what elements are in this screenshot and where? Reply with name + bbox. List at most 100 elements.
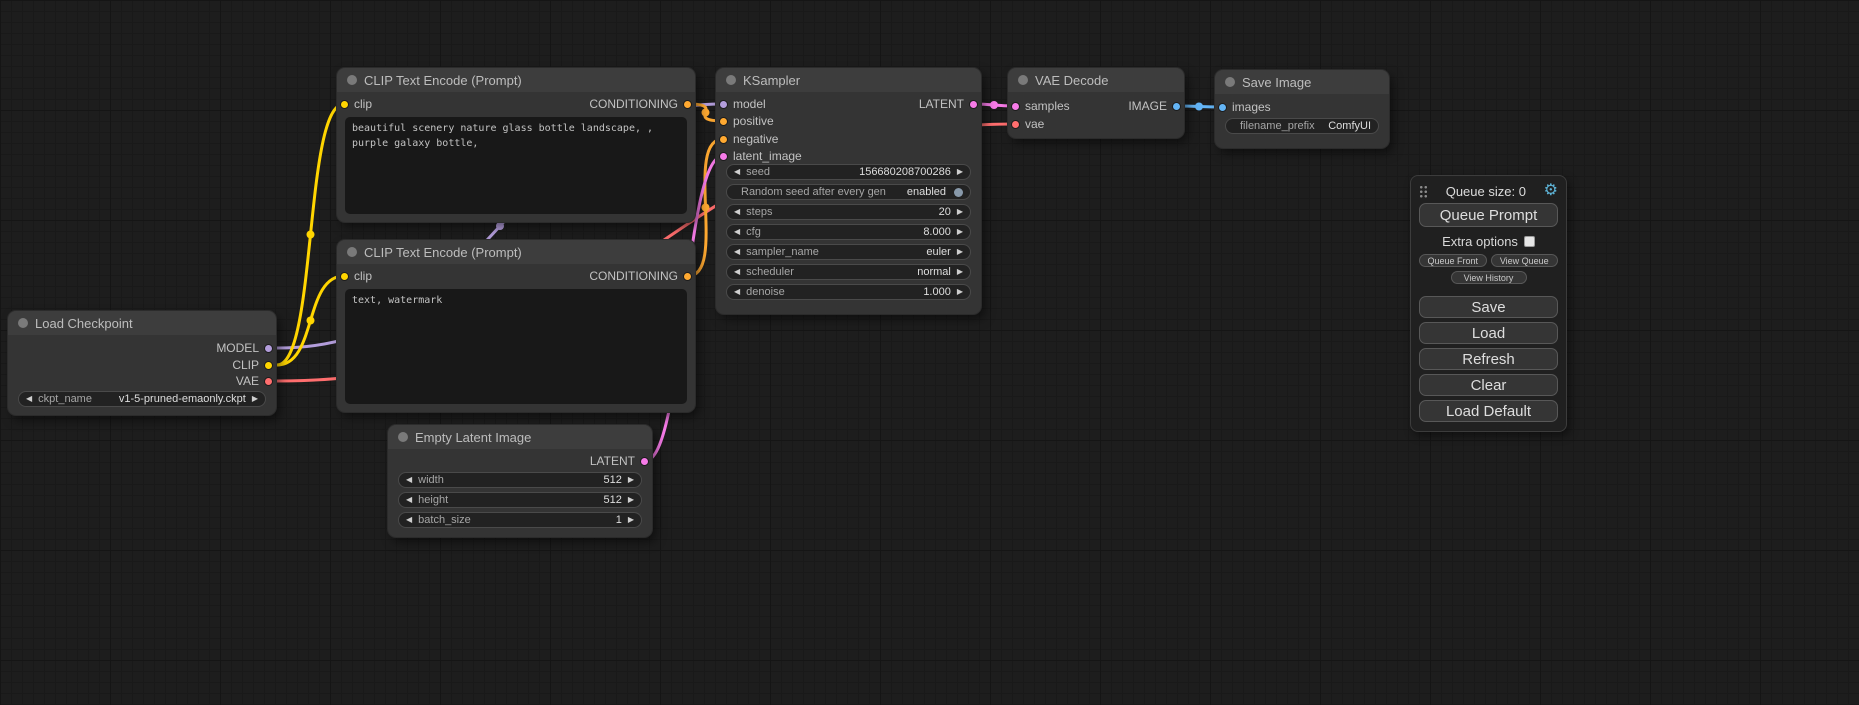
random-seed-toggle-widget[interactable]: Random seed after every gen enabled xyxy=(726,184,971,200)
node-load-checkpoint[interactable]: Load Checkpoint MODEL CLIP VAE ◀ ckpt_na… xyxy=(8,311,276,415)
ckpt-name-widget[interactable]: ◀ ckpt_name v1-5-pruned-emaonly.ckpt ▶ xyxy=(18,391,266,407)
negative-prompt-textarea[interactable]: text, watermark xyxy=(345,289,687,404)
model-output-pin[interactable] xyxy=(264,344,273,353)
increment-icon[interactable]: ▶ xyxy=(957,168,963,176)
decrement-icon[interactable]: ◀ xyxy=(406,496,412,504)
latent-image-input-pin[interactable] xyxy=(719,152,728,161)
load-button[interactable]: Load xyxy=(1419,322,1558,344)
conditioning-output-pin[interactable] xyxy=(683,100,692,109)
output-slot-conditioning: CONDITIONING xyxy=(589,97,692,111)
drag-handle-icon[interactable] xyxy=(1419,185,1428,198)
increment-icon[interactable]: ▶ xyxy=(957,208,963,216)
node-title-bar[interactable]: CLIP Text Encode (Prompt) xyxy=(337,68,695,92)
filename-prefix-widget[interactable]: filename_prefix ComfyUI xyxy=(1225,118,1379,134)
save-button[interactable]: Save xyxy=(1419,296,1558,318)
link-midpoint-dot xyxy=(496,222,504,230)
decrement-icon[interactable]: ◀ xyxy=(734,268,740,276)
cfg-widget[interactable]: ◀ cfg 8.000 ▶ xyxy=(726,224,971,240)
decrement-icon[interactable]: ◀ xyxy=(734,208,740,216)
input-slot-positive: positive xyxy=(719,114,774,128)
link-midpoint-dot xyxy=(307,317,315,325)
output-slot-vae: VAE xyxy=(236,374,273,388)
queue-front-button[interactable]: Queue Front xyxy=(1419,254,1487,267)
widget-label: sampler_name xyxy=(746,246,819,258)
node-ksampler[interactable]: KSampler model positive negative latent_… xyxy=(716,68,981,314)
node-title-bar[interactable]: VAE Decode xyxy=(1008,68,1184,92)
increment-icon[interactable]: ▶ xyxy=(628,496,634,504)
batch-size-widget[interactable]: ◀ batch_size 1 ▶ xyxy=(398,512,642,528)
node-status-icon xyxy=(1225,77,1235,87)
width-widget[interactable]: ◀ width 512 ▶ xyxy=(398,472,642,488)
node-save-image[interactable]: Save Image images filename_prefix ComfyU… xyxy=(1215,70,1389,148)
view-queue-button[interactable]: View Queue xyxy=(1491,254,1559,267)
decrement-icon[interactable]: ◀ xyxy=(406,516,412,524)
widget-label: cfg xyxy=(746,226,761,238)
toggle-on-icon[interactable] xyxy=(954,188,963,197)
clip-input-pin[interactable] xyxy=(340,272,349,281)
node-clip-text-encode-negative[interactable]: CLIP Text Encode (Prompt) clip CONDITION… xyxy=(337,240,695,412)
node-title-bar[interactable]: Save Image xyxy=(1215,70,1389,94)
widget-value: 1.000 xyxy=(923,286,951,298)
settings-gear-icon[interactable]: ⚙ xyxy=(1544,183,1558,199)
increment-icon[interactable]: ▶ xyxy=(628,516,634,524)
latent-output-pin[interactable] xyxy=(969,100,978,109)
output-slot-model: MODEL xyxy=(216,341,273,355)
clip-input-pin[interactable] xyxy=(340,100,349,109)
increment-icon[interactable]: ▶ xyxy=(628,476,634,484)
negative-input-pin[interactable] xyxy=(719,135,728,144)
decrement-icon[interactable]: ◀ xyxy=(26,395,32,403)
node-title-bar[interactable]: CLIP Text Encode (Prompt) xyxy=(337,240,695,264)
clear-button[interactable]: Clear xyxy=(1419,374,1558,396)
sampler-name-widget[interactable]: ◀ sampler_name euler ▶ xyxy=(726,244,971,260)
decrement-icon[interactable]: ◀ xyxy=(406,476,412,484)
positive-prompt-textarea[interactable]: beautiful scenery nature glass bottle la… xyxy=(345,117,687,214)
increment-icon[interactable]: ▶ xyxy=(957,248,963,256)
refresh-button[interactable]: Refresh xyxy=(1419,348,1558,370)
load-default-button[interactable]: Load Default xyxy=(1419,400,1558,422)
positive-input-pin[interactable] xyxy=(719,117,728,126)
increment-icon[interactable]: ▶ xyxy=(252,395,258,403)
vae-input-pin[interactable] xyxy=(1011,120,1020,129)
input-slot-latent-image: latent_image xyxy=(719,149,802,163)
slot-label: VAE xyxy=(236,374,259,388)
queue-prompt-button[interactable]: Queue Prompt xyxy=(1419,203,1558,227)
increment-icon[interactable]: ▶ xyxy=(957,288,963,296)
decrement-icon[interactable]: ◀ xyxy=(734,288,740,296)
node-empty-latent-image[interactable]: Empty Latent Image LATENT ◀ width 512 ▶ … xyxy=(388,425,652,537)
increment-icon[interactable]: ▶ xyxy=(957,228,963,236)
clip-output-pin[interactable] xyxy=(264,361,273,370)
height-widget[interactable]: ◀ height 512 ▶ xyxy=(398,492,642,508)
widget-value: 20 xyxy=(939,206,951,218)
view-history-button[interactable]: View History xyxy=(1451,271,1527,284)
latent-output-pin[interactable] xyxy=(640,457,649,466)
node-title-bar[interactable]: Empty Latent Image xyxy=(388,425,652,449)
seed-widget[interactable]: ◀ seed 156680208700286 ▶ xyxy=(726,164,971,180)
node-clip-text-encode-positive[interactable]: CLIP Text Encode (Prompt) clip CONDITION… xyxy=(337,68,695,222)
input-slot-images: images xyxy=(1218,100,1271,114)
node-title-bar[interactable]: Load Checkpoint xyxy=(8,311,276,335)
input-slot-clip: clip xyxy=(340,97,372,111)
vae-output-pin[interactable] xyxy=(264,377,273,386)
slot-label: images xyxy=(1232,100,1271,114)
decrement-icon[interactable]: ◀ xyxy=(734,248,740,256)
images-input-pin[interactable] xyxy=(1218,103,1227,112)
steps-widget[interactable]: ◀ steps 20 ▶ xyxy=(726,204,971,220)
node-vae-decode[interactable]: VAE Decode samples vae IMAGE xyxy=(1008,68,1184,138)
extra-options-checkbox[interactable] xyxy=(1524,236,1535,247)
link-midpoint-dot xyxy=(990,101,998,109)
slot-label: IMAGE xyxy=(1128,99,1167,113)
output-slot-clip: CLIP xyxy=(232,358,273,372)
denoise-widget[interactable]: ◀ denoise 1.000 ▶ xyxy=(726,284,971,300)
increment-icon[interactable]: ▶ xyxy=(957,268,963,276)
widget-label: steps xyxy=(746,206,772,218)
model-input-pin[interactable] xyxy=(719,100,728,109)
samples-input-pin[interactable] xyxy=(1011,102,1020,111)
decrement-icon[interactable]: ◀ xyxy=(734,168,740,176)
decrement-icon[interactable]: ◀ xyxy=(734,228,740,236)
conditioning-output-pin[interactable] xyxy=(683,272,692,281)
image-output-pin[interactable] xyxy=(1172,102,1181,111)
graph-canvas[interactable]: Load Checkpoint MODEL CLIP VAE ◀ ckpt_na… xyxy=(0,0,1859,705)
scheduler-widget[interactable]: ◀ scheduler normal ▶ xyxy=(726,264,971,280)
link-midpoint-dot xyxy=(702,204,710,212)
node-title-bar[interactable]: KSampler xyxy=(716,68,981,92)
